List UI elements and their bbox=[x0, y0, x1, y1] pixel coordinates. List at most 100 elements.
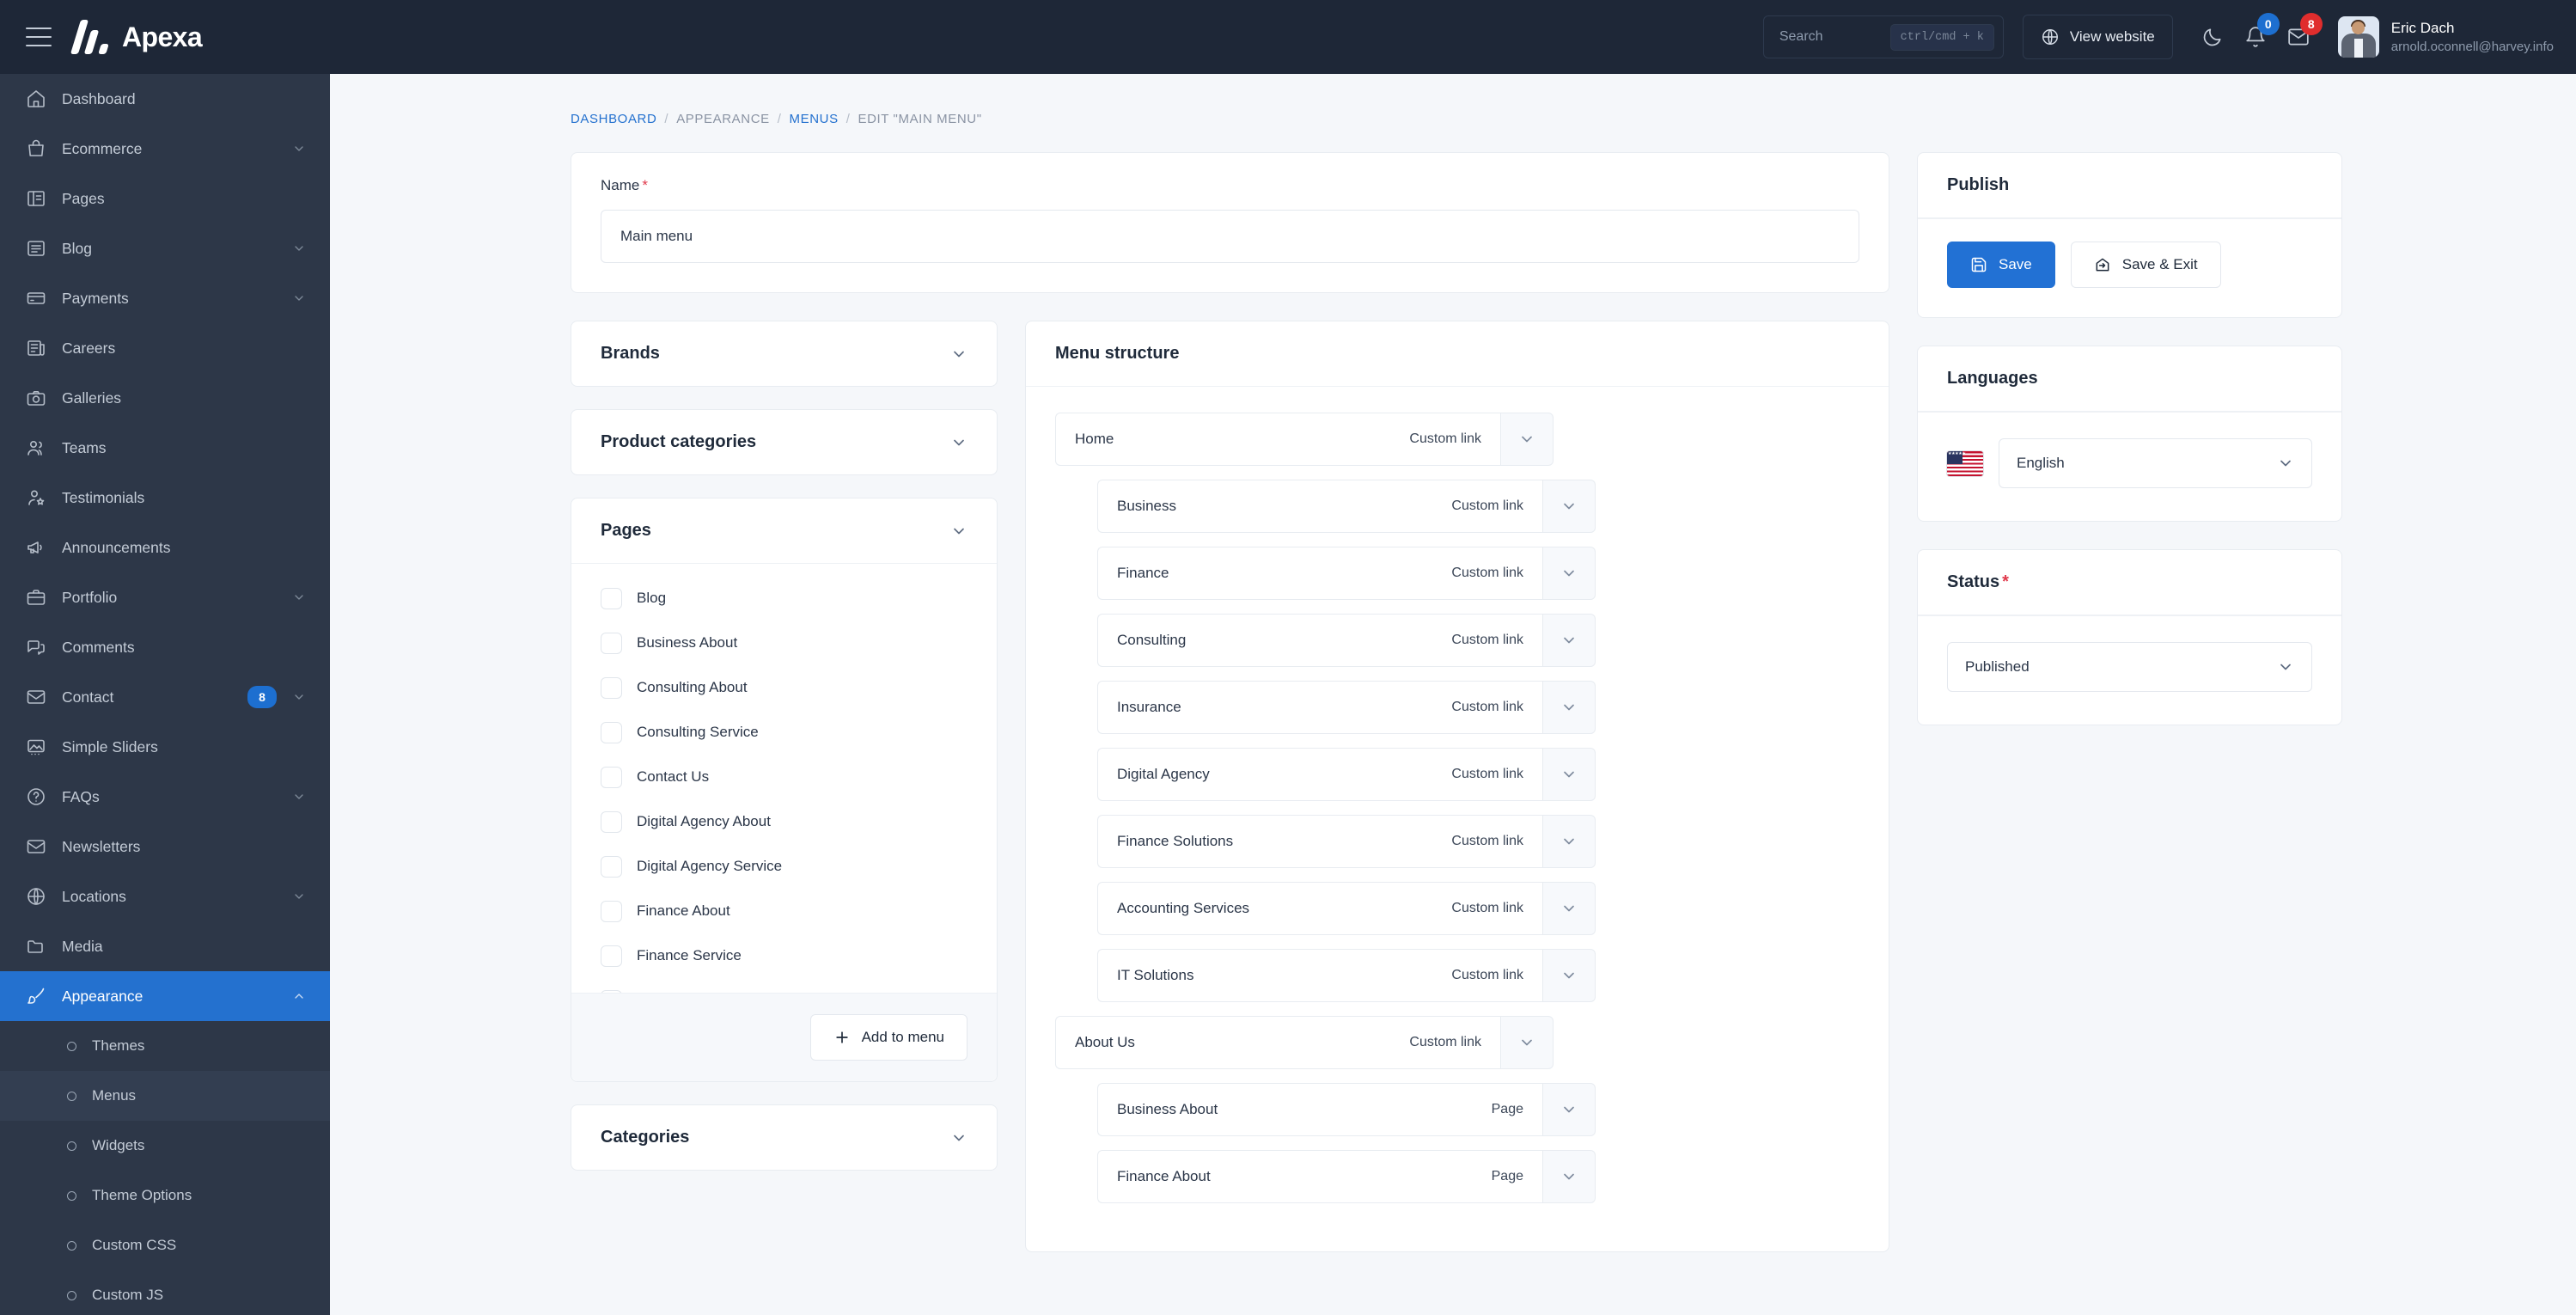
page-checkbox[interactable] bbox=[601, 587, 622, 609]
menu-item-expand-button[interactable] bbox=[1542, 882, 1596, 935]
menu-structure-row[interactable]: About Us Custom link bbox=[1055, 1016, 1554, 1069]
menu-item-expand-button[interactable] bbox=[1500, 413, 1554, 466]
menu-structure-row-main[interactable]: Digital Agency Custom link bbox=[1097, 748, 1542, 801]
messages-envelope-icon[interactable]: 8 bbox=[2280, 13, 2323, 56]
sidebar-item-newsletters[interactable]: Newsletters bbox=[0, 822, 330, 872]
menu-name-input[interactable] bbox=[601, 210, 1859, 263]
page-checkbox-row[interactable]: Finance About bbox=[571, 889, 997, 933]
breadcrumb-item[interactable]: DASHBOARD bbox=[571, 112, 656, 126]
view-website-button[interactable]: View website bbox=[2022, 15, 2173, 59]
product-categories-accordion-header[interactable]: Product categories bbox=[571, 410, 997, 474]
menu-item-expand-button[interactable] bbox=[1500, 1016, 1554, 1069]
sidebar-item-careers[interactable]: Careers bbox=[0, 323, 330, 373]
menu-structure-row-main[interactable]: IT Solutions Custom link bbox=[1097, 949, 1542, 1002]
page-checkbox[interactable] bbox=[601, 632, 622, 654]
menu-structure-row[interactable]: Finance Solutions Custom link bbox=[1097, 815, 1596, 868]
language-select[interactable]: English bbox=[1999, 438, 2312, 488]
menu-structure-row-main[interactable]: Insurance Custom link bbox=[1097, 681, 1542, 734]
pages-checkbox-list[interactable]: Blog Business About Consulting About Consul… bbox=[571, 563, 997, 993]
menu-structure-row[interactable]: Finance Custom link bbox=[1097, 547, 1596, 600]
app-logo[interactable]: Apexa bbox=[70, 20, 203, 54]
menu-item-expand-button[interactable] bbox=[1542, 480, 1596, 533]
sidebar-item-testimonials[interactable]: Testimonials bbox=[0, 473, 330, 523]
sidebar-subitem-custom-js[interactable]: Custom JS bbox=[0, 1270, 330, 1315]
page-checkbox[interactable] bbox=[601, 989, 622, 993]
menu-structure-row-main[interactable]: Finance Custom link bbox=[1097, 547, 1542, 600]
page-checkbox-row[interactable]: Homepage bbox=[571, 978, 997, 993]
menu-structure-row[interactable]: Home Custom link bbox=[1055, 413, 1554, 466]
sidebar-item-pages[interactable]: Pages bbox=[0, 174, 330, 223]
menu-structure-row-main[interactable]: Business About Page bbox=[1097, 1083, 1542, 1136]
page-checkbox[interactable] bbox=[601, 676, 622, 699]
save-and-exit-button[interactable]: Save & Exit bbox=[2070, 242, 2221, 288]
sidebar-subitem-custom-css[interactable]: Custom CSS bbox=[0, 1220, 330, 1270]
page-checkbox[interactable] bbox=[601, 855, 622, 878]
menu-item-expand-button[interactable] bbox=[1542, 1150, 1596, 1203]
sidebar-item-faqs[interactable]: FAQs bbox=[0, 772, 330, 822]
menu-structure-row-main[interactable]: Home Custom link bbox=[1055, 413, 1500, 466]
menu-structure-row[interactable]: Consulting Custom link bbox=[1097, 614, 1596, 667]
menu-item-expand-button[interactable] bbox=[1542, 949, 1596, 1002]
menu-item-expand-button[interactable] bbox=[1542, 614, 1596, 667]
sidebar-item-blog[interactable]: Blog bbox=[0, 223, 330, 273]
save-button[interactable]: Save bbox=[1947, 242, 2055, 288]
page-checkbox[interactable] bbox=[601, 766, 622, 788]
sidebar-item-teams[interactable]: Teams bbox=[0, 423, 330, 473]
page-checkbox-row[interactable]: Consulting Service bbox=[571, 710, 997, 755]
add-to-menu-button[interactable]: Add to menu bbox=[809, 1014, 968, 1061]
brands-accordion-header[interactable]: Brands bbox=[571, 321, 997, 386]
page-checkbox-row[interactable]: Finance Service bbox=[571, 933, 997, 978]
sidebar-item-comments[interactable]: Comments bbox=[0, 622, 330, 672]
sidebar-item-announcements[interactable]: Announcements bbox=[0, 523, 330, 572]
menu-structure-row[interactable]: Insurance Custom link bbox=[1097, 681, 1596, 734]
sidebar-item-locations[interactable]: Locations bbox=[0, 872, 330, 921]
sidebar-subitem-widgets[interactable]: Widgets bbox=[0, 1121, 330, 1171]
pages-accordion-header[interactable]: Pages bbox=[571, 498, 997, 563]
user-menu[interactable]: Eric Dach arnold.oconnell@harvey.info bbox=[2337, 16, 2554, 58]
page-checkbox-row[interactable]: Blog bbox=[571, 576, 997, 621]
menu-structure-row-main[interactable]: About Us Custom link bbox=[1055, 1016, 1500, 1069]
menu-structure-row-main[interactable]: Accounting Services Custom link bbox=[1097, 882, 1542, 935]
menu-item-expand-button[interactable] bbox=[1542, 748, 1596, 801]
menu-structure-row[interactable]: Finance About Page bbox=[1097, 1150, 1596, 1203]
menu-item-expand-button[interactable] bbox=[1542, 547, 1596, 600]
page-checkbox-row[interactable]: Contact Us bbox=[571, 755, 997, 799]
sidebar-item-payments[interactable]: Payments bbox=[0, 273, 330, 323]
notifications-bell-icon[interactable]: 0 bbox=[2237, 13, 2280, 56]
sidebar-subitem-themes[interactable]: Themes bbox=[0, 1021, 330, 1071]
sidebar-item-portfolio[interactable]: Portfolio bbox=[0, 572, 330, 622]
page-checkbox[interactable] bbox=[601, 945, 622, 967]
menu-structure-row-main[interactable]: Finance Solutions Custom link bbox=[1097, 815, 1542, 868]
menu-item-expand-button[interactable] bbox=[1542, 1083, 1596, 1136]
search-input[interactable]: Search ctrl/cmd + k bbox=[1762, 15, 2004, 58]
page-checkbox-row[interactable]: Digital Agency About bbox=[571, 799, 997, 844]
menu-structure-row[interactable]: Digital Agency Custom link bbox=[1097, 748, 1596, 801]
menu-structure-row-main[interactable]: Consulting Custom link bbox=[1097, 614, 1542, 667]
page-checkbox-row[interactable]: Business About bbox=[571, 621, 997, 665]
sidebar-item-simple-sliders[interactable]: Simple Sliders bbox=[0, 722, 330, 772]
page-checkbox[interactable] bbox=[601, 900, 622, 922]
menu-structure-row-main[interactable]: Business Custom link bbox=[1097, 480, 1542, 533]
menu-structure-row-main[interactable]: Finance About Page bbox=[1097, 1150, 1542, 1203]
sidebar-item-dashboard[interactable]: Dashboard bbox=[0, 74, 330, 124]
categories-accordion-header[interactable]: Categories bbox=[571, 1105, 997, 1170]
theme-toggle-moon-icon[interactable] bbox=[2194, 18, 2231, 56]
sidebar-item-contact[interactable]: Contact 8 bbox=[0, 672, 330, 722]
menu-structure-row[interactable]: Business About Page bbox=[1097, 1083, 1596, 1136]
sidebar-subitem-menus[interactable]: Menus bbox=[0, 1071, 330, 1121]
page-checkbox[interactable] bbox=[601, 810, 622, 833]
menu-item-expand-button[interactable] bbox=[1542, 815, 1596, 868]
sidebar-item-ecommerce[interactable]: Ecommerce bbox=[0, 124, 330, 174]
menu-structure-row[interactable]: Business Custom link bbox=[1097, 480, 1596, 533]
sidebar-subitem-theme-options[interactable]: Theme Options bbox=[0, 1171, 330, 1220]
page-checkbox[interactable] bbox=[601, 721, 622, 743]
sidebar-item-appearance[interactable]: Appearance bbox=[0, 971, 330, 1021]
page-checkbox-row[interactable]: Consulting About bbox=[571, 665, 997, 710]
sidebar-item-media[interactable]: Media bbox=[0, 921, 330, 971]
menu-structure-row[interactable]: Accounting Services Custom link bbox=[1097, 882, 1596, 935]
breadcrumb-item[interactable]: MENUS bbox=[790, 112, 839, 126]
hamburger-icon[interactable] bbox=[26, 28, 52, 46]
menu-item-expand-button[interactable] bbox=[1542, 681, 1596, 734]
page-checkbox-row[interactable]: Digital Agency Service bbox=[571, 844, 997, 889]
sidebar-item-galleries[interactable]: Galleries bbox=[0, 373, 330, 423]
